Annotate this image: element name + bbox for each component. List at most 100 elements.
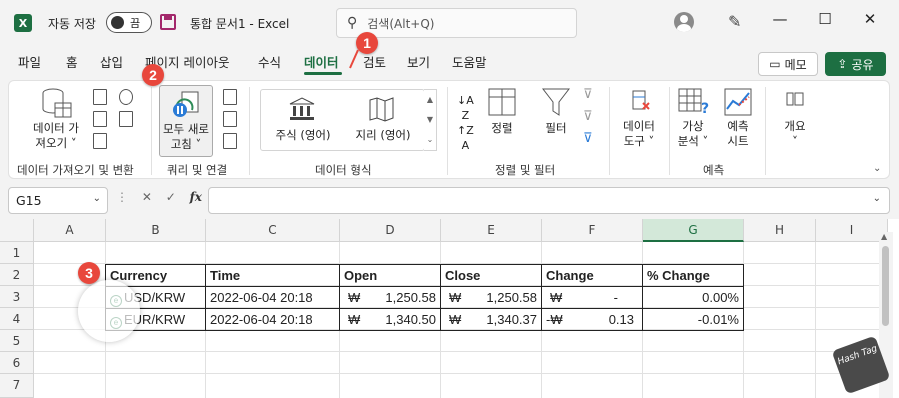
collapse-ribbon-icon[interactable]: ⌄	[873, 161, 881, 176]
row-header[interactable]: 5	[0, 330, 34, 352]
from-table-icon[interactable]	[93, 133, 107, 149]
group-data-types: 데이터 형식	[315, 163, 372, 177]
outline-label: 개요	[784, 119, 806, 133]
existing-connections-icon[interactable]	[119, 111, 133, 127]
column-header[interactable]: F	[542, 219, 643, 242]
tab-home[interactable]: 홈	[66, 52, 78, 71]
get-data-button[interactable]: 데이터 가 져오기 ˅	[27, 121, 85, 151]
pct-change-cell[interactable]: -0.01%	[643, 309, 743, 331]
from-web-icon[interactable]	[93, 111, 107, 127]
insert-function-icon[interactable]: fx	[190, 190, 202, 204]
change-cell[interactable]: 0.13	[562, 309, 638, 331]
queries-connections-icon[interactable]	[223, 89, 237, 105]
row-header[interactable]: 6	[0, 352, 34, 374]
close-cell[interactable]: 1,250.58	[461, 287, 541, 309]
save-icon[interactable]	[160, 14, 176, 30]
formula-buttons: ⋮ ✕ ✓ fx	[116, 190, 202, 204]
refresh-all-button[interactable]: 모두 새로 고침 ˅	[159, 85, 213, 157]
table-header-cell[interactable]: Time	[206, 265, 339, 287]
column-header[interactable]: C	[206, 219, 340, 242]
comments-button[interactable]: ▭ 메모	[758, 52, 818, 76]
designer-wand-icon[interactable]: ✎	[728, 12, 741, 31]
minimize-button[interactable]: —	[765, 10, 795, 28]
cancel-icon[interactable]: ✕	[142, 190, 152, 204]
separator	[447, 87, 448, 175]
close-cell[interactable]: 1,340.37	[461, 309, 541, 331]
column-header-selected[interactable]: G	[643, 219, 744, 242]
highlight-spotlight	[78, 280, 140, 342]
open-cell[interactable]: 1,340.50	[360, 309, 440, 331]
table-header-cell[interactable]: Change	[542, 265, 642, 287]
row-header[interactable]: 7	[0, 374, 34, 398]
edit-links-icon[interactable]	[223, 133, 237, 149]
sort-za-icon[interactable]: ↑Z A	[457, 123, 474, 153]
name-box[interactable]: G15 ⌄	[8, 187, 108, 214]
sort-button[interactable]: 정렬	[483, 121, 521, 136]
row-header[interactable]: 2	[0, 264, 34, 286]
scroll-up-icon[interactable]: ▲	[881, 232, 887, 241]
outline-chevron-icon: ˅	[792, 134, 798, 148]
row-header[interactable]: 3	[0, 286, 34, 308]
recent-sources-icon[interactable]	[119, 89, 133, 105]
search-placeholder: 검색(Alt+Q)	[367, 16, 435, 31]
time-cell[interactable]: 2022-06-04 20:18	[206, 287, 339, 309]
tab-formulas[interactable]: 수식	[258, 52, 281, 71]
formula-bar[interactable]: ⌄	[208, 187, 890, 214]
get-data-label-2: 져오기 ˅	[35, 136, 77, 150]
group-forecast: 예측	[703, 163, 725, 177]
open-cell[interactable]: 1,250.58	[360, 287, 440, 309]
data-tools-label-2: 도구 ˅	[623, 134, 655, 148]
what-if-label-1: 가상	[682, 119, 704, 133]
from-text-icon[interactable]	[93, 89, 107, 105]
enter-icon[interactable]: ✓	[166, 190, 176, 204]
outline-button[interactable]: 개요 ˅	[775, 119, 815, 149]
data-tools-button[interactable]: 데이터 도구 ˅	[617, 119, 661, 149]
tab-help[interactable]: 도움말	[452, 52, 487, 71]
column-header[interactable]: B	[106, 219, 206, 242]
forecast-sheet-icon	[723, 87, 753, 117]
stocks-button[interactable]: 주식 (영어)	[265, 128, 341, 143]
select-all-corner[interactable]	[0, 219, 34, 242]
autosave-label: 자동 저장	[48, 17, 96, 31]
callout-badge-3-top: 3	[78, 262, 100, 284]
tab-view[interactable]: 보기	[407, 52, 430, 71]
maximize-button[interactable]: ☐	[810, 10, 840, 28]
close-button[interactable]: ✕	[855, 10, 885, 28]
gallery-scroll[interactable]: ▲ ▼ ⌄	[424, 89, 437, 151]
autosave-toggle[interactable]: 끔	[106, 12, 152, 33]
table-header-cell[interactable]: % Change	[643, 265, 743, 287]
change-cell[interactable]: -	[562, 287, 622, 309]
table-header-cell[interactable]: Close	[441, 265, 541, 287]
account-avatar[interactable]	[674, 12, 694, 32]
pct-change-cell[interactable]: 0.00%	[643, 287, 743, 309]
row-header[interactable]: 4	[0, 308, 34, 330]
tab-file[interactable]: 파일	[18, 52, 41, 71]
scroll-thumb[interactable]	[882, 246, 889, 326]
column-header[interactable]: A	[34, 219, 106, 242]
sort-az-icon[interactable]: ↓A Z	[457, 93, 474, 123]
properties-icon[interactable]	[223, 111, 237, 127]
watermark-text: Hash Tag	[836, 343, 879, 368]
time-cell[interactable]: 2022-06-04 20:18	[206, 309, 339, 331]
geography-button[interactable]: 지리 (영어)	[343, 128, 423, 143]
clear-filter-icon[interactable]: ⊽	[583, 87, 593, 102]
share-button[interactable]: ⇪ 공유	[825, 52, 886, 76]
column-header[interactable]: H	[744, 219, 816, 242]
forecast-sheet-button[interactable]: 예측 시트	[719, 119, 757, 149]
what-if-button[interactable]: 가상 분석 ˅	[673, 119, 713, 149]
tab-insert[interactable]: 삽입	[100, 52, 123, 71]
separator	[765, 87, 766, 175]
stocks-icon	[287, 96, 317, 122]
table-header-cell[interactable]: Open	[340, 265, 440, 287]
column-header[interactable]: D	[340, 219, 441, 242]
row-header[interactable]: 1	[0, 242, 34, 264]
document-title: 통합 문서1 - Excel	[190, 17, 290, 31]
tab-review[interactable]: 검토	[363, 52, 386, 71]
tab-data[interactable]: 데이터	[304, 52, 339, 71]
reapply-filter-icon[interactable]: ⊽	[583, 109, 593, 124]
filter-button[interactable]: 필터	[537, 121, 575, 136]
what-if-icon: ?	[677, 87, 711, 117]
column-header[interactable]: E	[441, 219, 542, 242]
column-header[interactable]: I	[816, 219, 888, 242]
advanced-filter-icon[interactable]: ⊽	[583, 131, 593, 146]
